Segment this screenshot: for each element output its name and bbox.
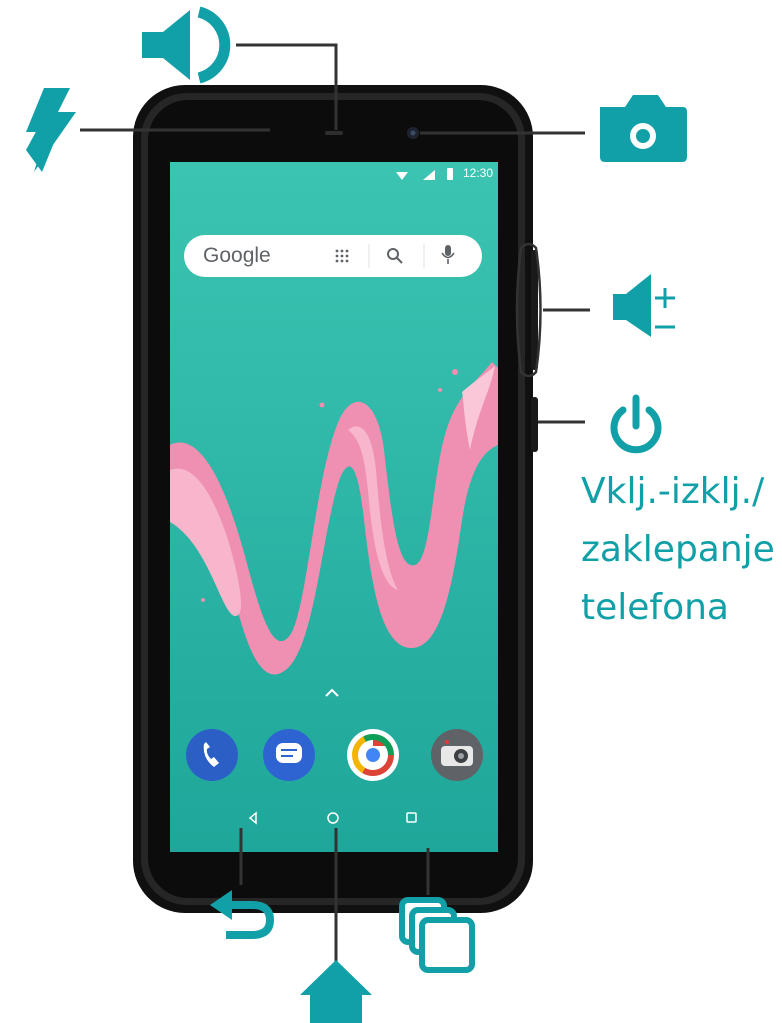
power-caption-line-3: telefona	[581, 587, 729, 628]
camera-app-icon[interactable]	[431, 729, 483, 781]
volume-rocker	[531, 250, 538, 370]
status-time: 12:30	[463, 166, 494, 180]
apps-grid-icon	[335, 249, 349, 263]
phone-app-icon[interactable]	[186, 729, 238, 781]
google-logo: Google	[203, 244, 271, 267]
messages-app-icon[interactable]	[263, 729, 315, 781]
camera-icon	[600, 95, 687, 162]
power-button	[531, 397, 538, 452]
speaker-icon	[142, 6, 231, 84]
home-icon	[300, 960, 372, 1023]
power-icon	[610, 394, 662, 454]
volume-icon	[613, 274, 675, 337]
power-caption-line-1: Vklj.-izklj./	[581, 471, 765, 512]
power-caption: Vklj.-izklj./ zaklepanje telefona	[581, 463, 781, 637]
power-caption-line-2: zaklepanje	[581, 529, 775, 570]
battery-icon	[447, 168, 453, 180]
earpiece	[325, 131, 343, 135]
lightning-icon	[26, 88, 76, 172]
chrome-app-icon[interactable]	[347, 729, 399, 781]
